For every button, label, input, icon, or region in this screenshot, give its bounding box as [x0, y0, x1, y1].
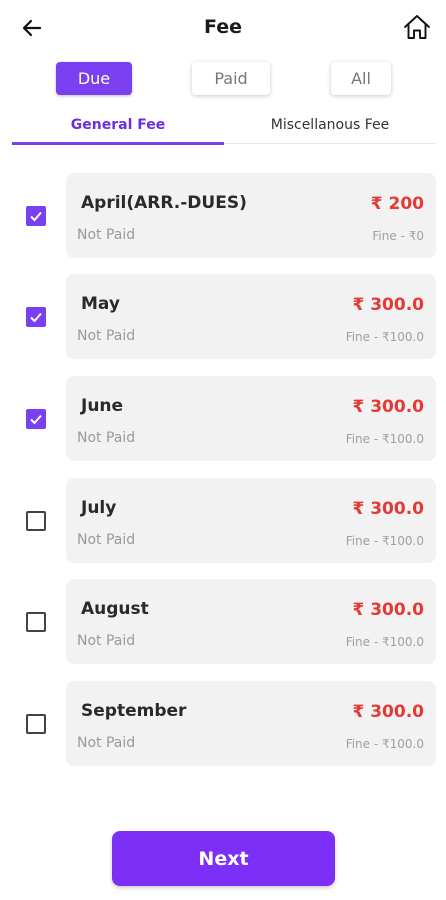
fee-fine: Fine - ₹100.0 [345, 635, 424, 649]
fee-amount: ₹ 300.0 [352, 499, 424, 519]
fee-status: Not Paid [77, 430, 136, 446]
fee-checkbox[interactable] [26, 206, 46, 226]
fee-fine: Fine - ₹100.0 [345, 534, 424, 548]
fee-amount: ₹ 300.0 [352, 600, 424, 620]
fee-status: Not Paid [77, 735, 136, 751]
fee-fine: Fine - ₹0 [372, 229, 424, 243]
fee-amount: ₹ 300.0 [352, 295, 424, 315]
fee-status: Not Paid [77, 328, 136, 344]
home-icon [404, 15, 430, 39]
checkmark-icon [30, 312, 42, 323]
tab-miscellaneous-fee[interactable]: Miscellanous Fee [224, 108, 436, 142]
fee-row: May Not Paid ₹ 300.0 Fine - ₹100.0 [0, 274, 446, 360]
fee-card[interactable]: August Not Paid ₹ 300.0 Fine - ₹100.0 [66, 579, 436, 664]
fee-amount: ₹ 300.0 [352, 397, 424, 417]
fee-card[interactable]: July Not Paid ₹ 300.0 Fine - ₹100.0 [66, 478, 436, 563]
fee-month: July [81, 498, 117, 518]
fee-status: Not Paid [77, 633, 136, 649]
tab-divider [224, 143, 436, 144]
checkmark-icon [30, 414, 42, 425]
fee-status: Not Paid [77, 227, 136, 243]
active-tab-indicator [12, 142, 224, 145]
fee-month: August [81, 599, 149, 619]
fee-row: June Not Paid ₹ 300.0 Fine - ₹100.0 [0, 376, 446, 462]
next-button[interactable]: Next [112, 831, 335, 886]
fee-month: April(ARR.-DUES) [81, 193, 247, 213]
fee-amount: ₹ 200 [370, 194, 424, 214]
fee-month: May [81, 294, 120, 314]
fee-month: June [81, 396, 124, 416]
fee-checkbox[interactable] [26, 714, 46, 734]
checkmark-icon [30, 211, 42, 222]
fee-fine: Fine - ₹100.0 [345, 737, 424, 751]
fee-row: September Not Paid ₹ 300.0 Fine - ₹100.0 [0, 681, 446, 767]
home-button[interactable] [402, 12, 432, 42]
fee-card[interactable]: April(ARR.-DUES) Not Paid ₹ 200 Fine - ₹… [66, 173, 436, 258]
fee-card[interactable]: June Not Paid ₹ 300.0 Fine - ₹100.0 [66, 376, 436, 461]
filter-all-button[interactable]: All [331, 62, 391, 95]
fee-row: April(ARR.-DUES) Not Paid ₹ 200 Fine - ₹… [0, 173, 446, 259]
fee-amount: ₹ 300.0 [352, 702, 424, 722]
app-header: Fee [0, 0, 446, 56]
fee-checkbox[interactable] [26, 409, 46, 429]
fee-row: August Not Paid ₹ 300.0 Fine - ₹100.0 [0, 579, 446, 665]
page-title: Fee [204, 16, 242, 38]
filter-due-button[interactable]: Due [56, 62, 132, 95]
fee-type-tabs: General Fee Miscellanous Fee [12, 108, 436, 146]
fee-checkbox[interactable] [26, 511, 46, 531]
tab-general-fee[interactable]: General Fee [12, 108, 224, 142]
fee-card[interactable]: September Not Paid ₹ 300.0 Fine - ₹100.0 [66, 681, 436, 766]
fee-fine: Fine - ₹100.0 [345, 432, 424, 446]
status-filter-group: Due Paid All [0, 62, 446, 98]
fee-status: Not Paid [77, 532, 136, 548]
fee-fine: Fine - ₹100.0 [345, 330, 424, 344]
fee-row: July Not Paid ₹ 300.0 Fine - ₹100.0 [0, 478, 446, 564]
fee-checkbox[interactable] [26, 307, 46, 327]
filter-paid-button[interactable]: Paid [192, 62, 270, 95]
fee-checkbox[interactable] [26, 612, 46, 632]
fee-card[interactable]: May Not Paid ₹ 300.0 Fine - ₹100.0 [66, 274, 436, 359]
fee-month: September [81, 701, 187, 721]
